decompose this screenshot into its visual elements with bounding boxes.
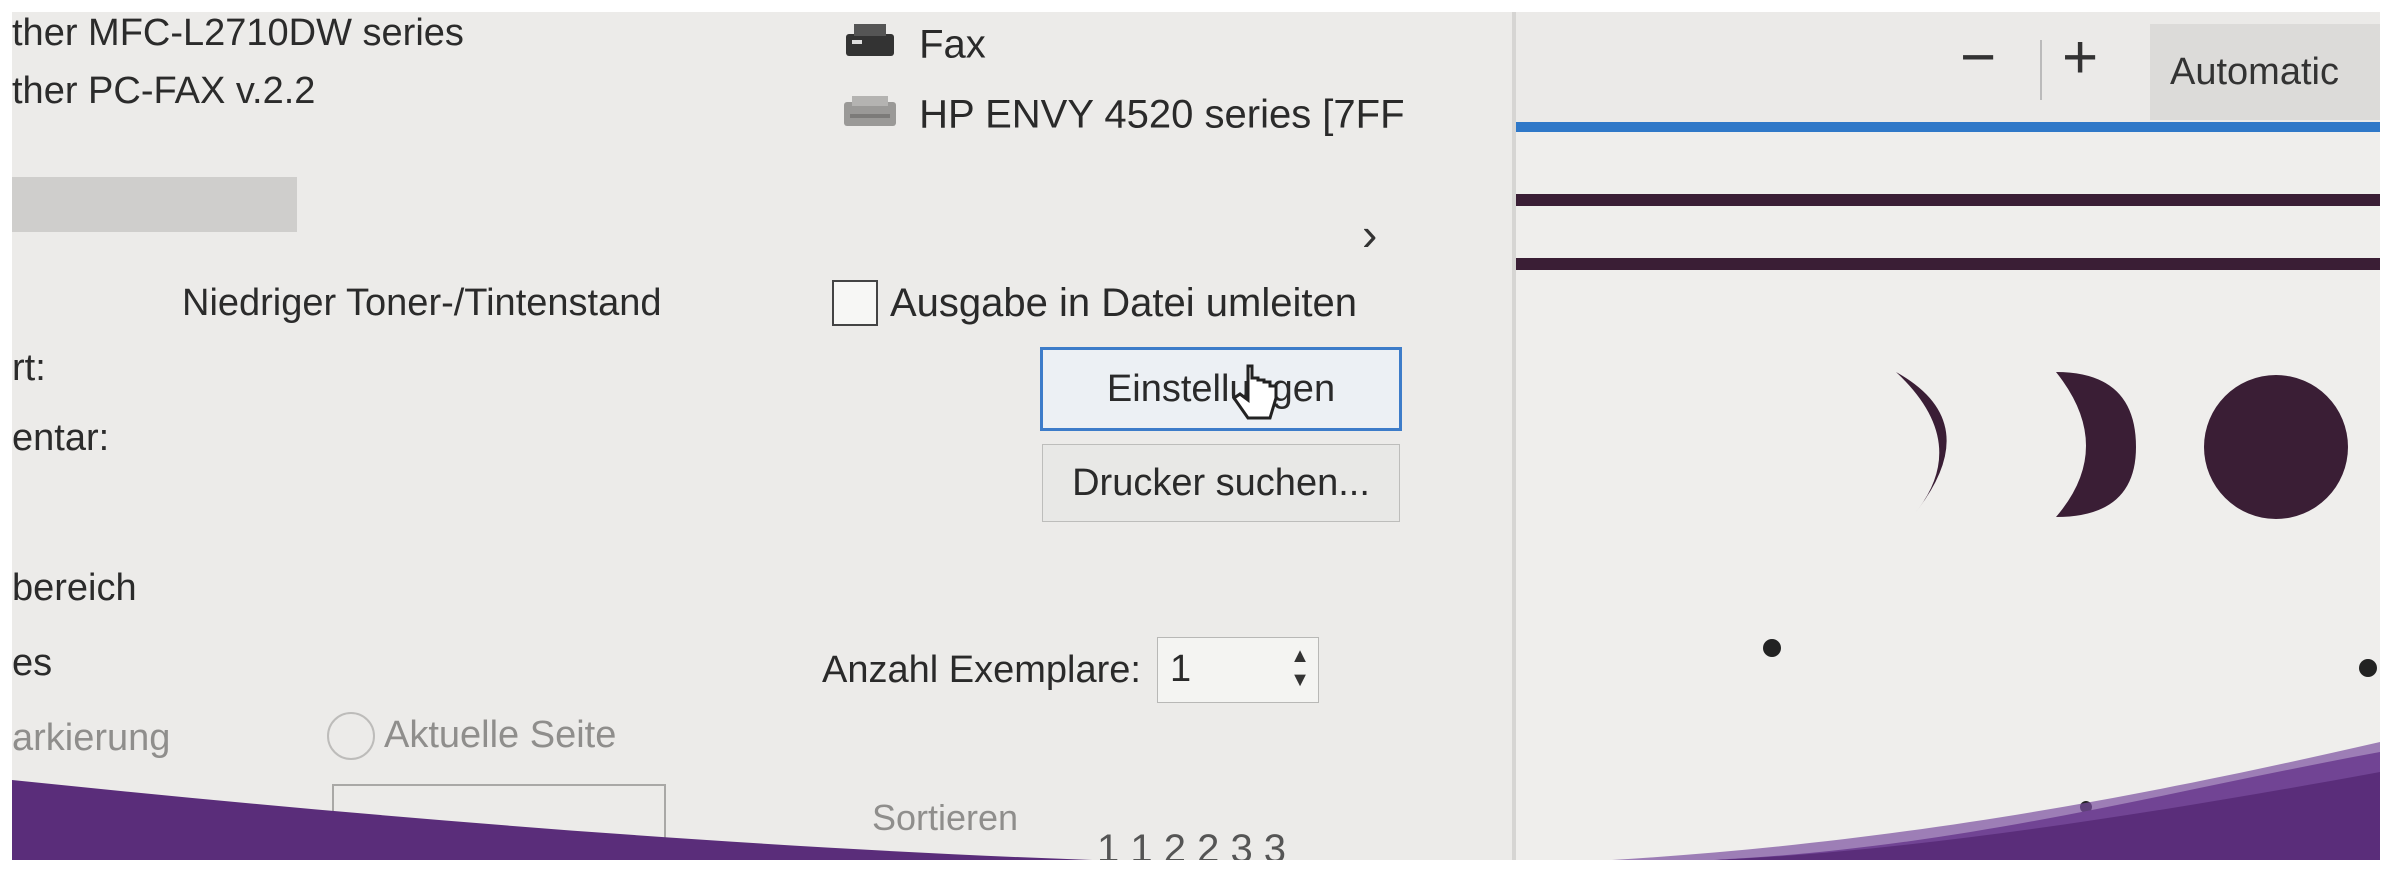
- bottom-wave-decoration: [12, 742, 2380, 860]
- screenshot: ther MFC-L2710DW series ther PC-FAX v.2.…: [12, 12, 2380, 860]
